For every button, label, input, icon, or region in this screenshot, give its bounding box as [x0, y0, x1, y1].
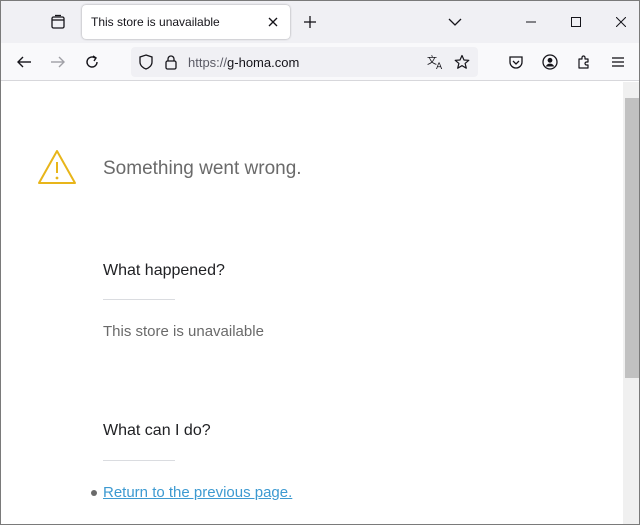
- close-icon: [268, 17, 278, 27]
- forward-button[interactable]: [44, 48, 72, 76]
- bookmark-button[interactable]: [452, 52, 472, 72]
- what-can-i-do-heading: What can I do?: [103, 422, 211, 439]
- translate-icon: 文 A: [427, 54, 443, 70]
- hamburger-menu-icon: [612, 57, 624, 67]
- return-previous-page-link[interactable]: Return to the previous page.: [103, 484, 292, 501]
- warning-icon: [38, 150, 76, 184]
- arrow-left-icon: [17, 56, 31, 68]
- url-host: g-homa.com: [227, 55, 300, 70]
- tab-strip: This store is unavailable: [1, 1, 639, 43]
- lock-icon: [165, 54, 177, 70]
- vertical-scrollbar[interactable]: [623, 82, 639, 524]
- browser-window: This store is unavailable https://g-homa…: [0, 0, 640, 525]
- maximize-icon: [570, 17, 581, 27]
- menu-button[interactable]: [604, 48, 632, 76]
- tracking-protection-button[interactable]: [136, 52, 156, 72]
- list-all-tabs-button[interactable]: [443, 10, 467, 34]
- chevron-down-icon: [448, 18, 462, 26]
- firefox-view-icon: [51, 14, 65, 29]
- back-button[interactable]: [10, 48, 38, 76]
- svg-text:A: A: [436, 62, 443, 70]
- error-description: This store is unavailable: [103, 323, 264, 340]
- navigation-toolbar: https://g-homa.com 文 A: [1, 43, 639, 81]
- shield-icon: [139, 54, 153, 70]
- url-text[interactable]: https://g-homa.com: [188, 55, 299, 70]
- minimize-icon: [525, 21, 536, 23]
- tab-title: This store is unavailable: [91, 15, 220, 29]
- page-content: Something went wrong. What happened? Thi…: [1, 82, 623, 524]
- arrow-right-icon: [51, 56, 65, 68]
- tab-close-button[interactable]: [263, 12, 283, 32]
- maximize-button[interactable]: [553, 1, 598, 43]
- star-icon: [454, 54, 470, 69]
- close-icon: [615, 17, 626, 27]
- translate-button[interactable]: 文 A: [426, 52, 446, 72]
- window-close-button[interactable]: [598, 1, 639, 43]
- divider: [103, 299, 175, 300]
- tab-active[interactable]: This store is unavailable: [82, 5, 290, 39]
- minimize-button[interactable]: [508, 1, 553, 43]
- puzzle-icon: [578, 55, 589, 69]
- what-happened-heading: What happened?: [103, 262, 225, 279]
- new-tab-button[interactable]: [298, 9, 322, 35]
- account-icon: [542, 54, 558, 70]
- plus-icon: [304, 16, 316, 28]
- site-security-button[interactable]: [161, 52, 181, 72]
- reload-button[interactable]: [78, 48, 106, 76]
- url-scheme: https://: [188, 55, 228, 70]
- pocket-button[interactable]: [502, 48, 530, 76]
- divider: [103, 460, 175, 461]
- account-button[interactable]: [536, 48, 564, 76]
- extensions-button[interactable]: [570, 48, 598, 76]
- page-title: Something went wrong.: [103, 158, 302, 179]
- pocket-icon: [509, 55, 523, 69]
- scrollbar-thumb[interactable]: [625, 98, 639, 378]
- url-bar[interactable]: https://g-homa.com 文 A: [131, 47, 478, 77]
- reload-icon: [86, 55, 98, 68]
- list-bullet: [91, 490, 97, 496]
- firefox-view-button[interactable]: [45, 9, 71, 35]
